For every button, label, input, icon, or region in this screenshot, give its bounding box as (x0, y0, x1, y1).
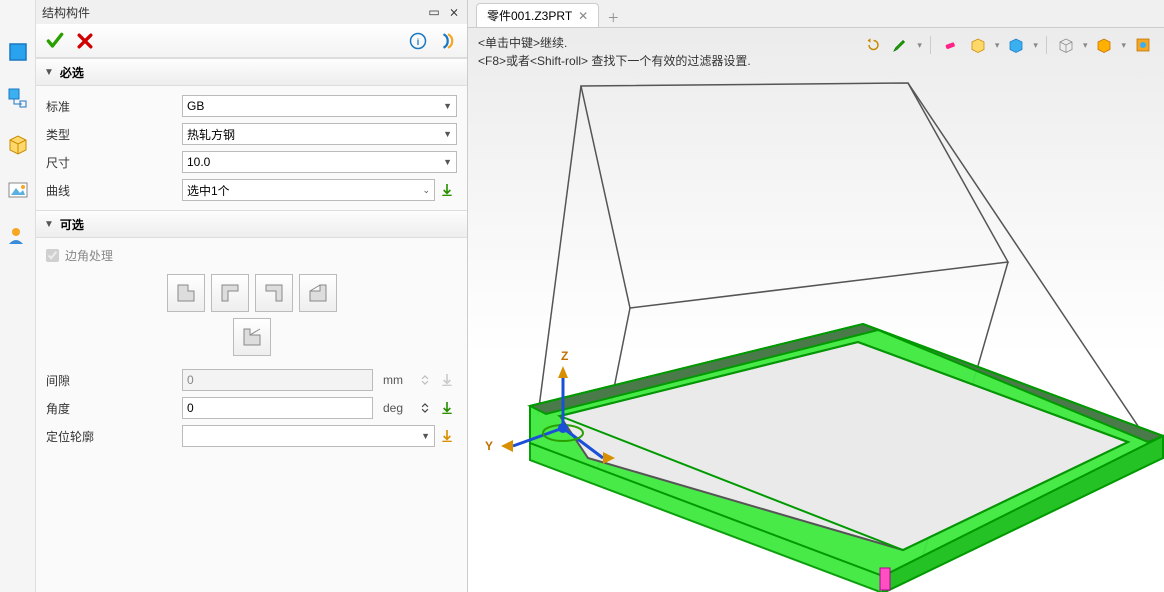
standard-select[interactable]: GB ▼ (182, 95, 457, 117)
curve-label: 曲线 (46, 182, 176, 199)
info-button[interactable]: i (405, 28, 431, 54)
panel-close-button[interactable]: ⨯ (447, 5, 461, 19)
panel-toolbar: i (36, 24, 467, 58)
cancel-button[interactable] (72, 28, 98, 54)
axis-z-label: Z (561, 349, 568, 363)
corner-type-3-button[interactable] (255, 274, 293, 312)
confirm-button[interactable] (42, 28, 68, 54)
rail-tree-icon[interactable] (6, 86, 30, 110)
panel-title-text: 结构构件 (42, 4, 90, 21)
corner-checkbox[interactable] (46, 249, 59, 262)
angle-input[interactable]: 0 (182, 397, 373, 419)
expand-icon: ⌄ (418, 185, 430, 196)
corner-checkbox-label: 边角处理 (65, 247, 113, 264)
curve-value: 选中1个 (187, 182, 230, 199)
profile-pick-button[interactable] (437, 426, 457, 446)
corner-type-buttons (152, 270, 352, 366)
section-optional-header[interactable]: ▼ 可选 (36, 210, 467, 238)
gap-pick-button[interactable] (437, 370, 457, 390)
corner-type-2-button[interactable] (211, 274, 249, 312)
standard-value: GB (187, 99, 204, 113)
type-select[interactable]: 热轧方钢 ▼ (182, 123, 457, 145)
gap-stepper-icon[interactable] (415, 370, 435, 390)
curve-select[interactable]: 选中1个 ⌄ (182, 179, 435, 201)
add-tab-button[interactable]: ＋ (603, 7, 623, 27)
size-value: 10.0 (187, 155, 210, 169)
gap-unit: mm (373, 373, 413, 387)
angle-stepper-icon[interactable] (415, 398, 435, 418)
section-optional-label: 可选 (60, 216, 84, 233)
size-label: 尺寸 (46, 154, 176, 171)
model-canvas[interactable]: Z Y (468, 28, 1164, 592)
section-required-header[interactable]: ▼ 必选 (36, 58, 467, 86)
angle-unit: deg (373, 401, 413, 415)
curve-pick-button[interactable] (437, 180, 457, 200)
chevron-down-icon: ▼ (439, 101, 452, 111)
left-icon-rail (0, 0, 36, 592)
chevron-down-icon: ▼ (417, 431, 430, 441)
gap-input[interactable]: 0 (182, 369, 373, 391)
svg-text:i: i (417, 36, 420, 46)
profile-select[interactable]: ▼ (182, 425, 435, 447)
document-tab-label: 零件001.Z3PRT (487, 7, 572, 24)
angle-pick-button[interactable] (437, 398, 457, 418)
rail-box-icon[interactable] (6, 132, 30, 156)
rail-user-icon[interactable] (6, 224, 30, 248)
angle-label: 角度 (46, 400, 176, 417)
profile-label: 定位轮廓 (46, 428, 176, 445)
chevron-down-icon: ▼ (44, 219, 54, 230)
document-tabbar: 零件001.Z3PRT ✕ ＋ (468, 0, 1164, 28)
rail-picture-icon[interactable] (6, 178, 30, 202)
chevron-down-icon: ▼ (439, 157, 452, 167)
section-required-label: 必选 (60, 64, 84, 81)
chevron-down-icon: ▼ (44, 67, 54, 78)
panel-minimize-button[interactable]: ▭ (427, 5, 441, 19)
viewport-3d[interactable]: 零件001.Z3PRT ✕ ＋ <单击中键>继续. <F8>或者<Shift-r… (468, 0, 1164, 592)
close-tab-button[interactable]: ✕ (578, 9, 588, 23)
type-value: 热轧方钢 (187, 126, 235, 143)
rail-cube-icon[interactable] (6, 40, 30, 64)
corner-type-1-button[interactable] (167, 274, 205, 312)
panel-titlebar: 结构构件 ▭ ⨯ (36, 0, 467, 24)
optional-form: 边角处理 间隙 0 mm 角度 0 deg (36, 238, 467, 456)
document-tab[interactable]: 零件001.Z3PRT ✕ (476, 3, 599, 27)
structural-member-panel: 结构构件 ▭ ⨯ i ▼ 必选 标准 GB ▼ (36, 0, 468, 592)
help-button[interactable] (435, 28, 461, 54)
required-form: 标准 GB ▼ 类型 热轧方钢 ▼ 尺寸 10.0 ▼ (36, 86, 467, 210)
standard-label: 标准 (46, 98, 176, 115)
chevron-down-icon: ▼ (439, 129, 452, 139)
corner-type-4-button[interactable] (299, 274, 337, 312)
type-label: 类型 (46, 126, 176, 143)
axis-y-label: Y (485, 439, 493, 453)
gap-label: 间隙 (46, 372, 176, 389)
size-select[interactable]: 10.0 ▼ (182, 151, 457, 173)
corner-type-5-button[interactable] (233, 318, 271, 356)
